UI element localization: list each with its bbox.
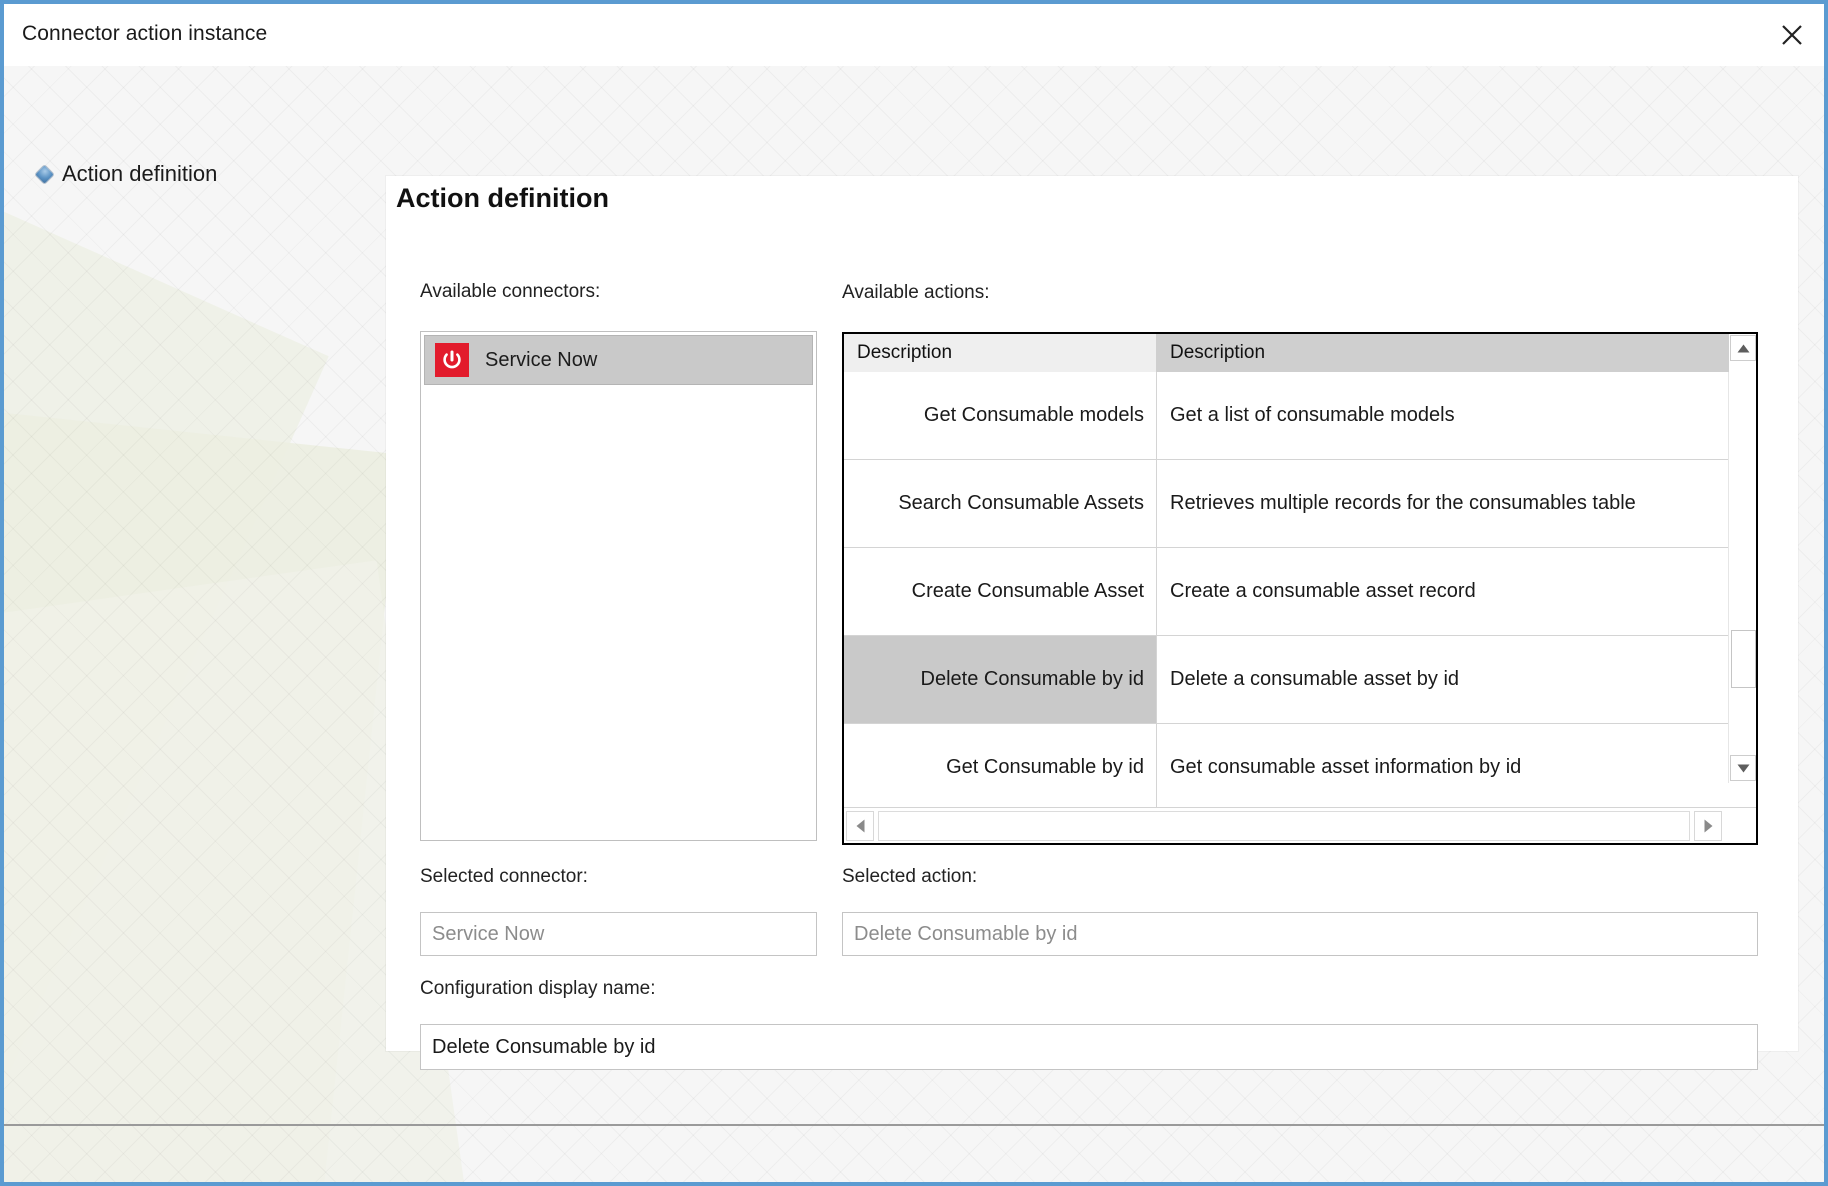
action-description-cell: Retrieves multiple records for the consu… <box>1170 492 1636 514</box>
step-bullet-icon <box>35 164 54 184</box>
footer-divider <box>4 1124 1824 1126</box>
selected-connector-label: Selected connector: <box>420 866 588 887</box>
wizard-step-sidebar: Action definition <box>4 66 389 1182</box>
horizontal-scrollbar[interactable] <box>844 807 1756 843</box>
scroll-up-icon[interactable] <box>1730 335 1756 361</box>
selected-connector-input[interactable]: Service Now <box>420 912 817 956</box>
power-glyph <box>443 350 461 369</box>
action-description-cell: Create a consumable asset record <box>1170 580 1476 602</box>
action-description-cell: Get a list of consumable models <box>1170 404 1455 426</box>
action-name-cell: Delete Consumable by id <box>844 636 1157 723</box>
action-name-cell: Create Consumable Asset <box>844 548 1157 635</box>
window-title: Connector action instance <box>22 22 268 45</box>
action-description-cell: Delete a consumable asset by id <box>1170 668 1460 690</box>
scroll-right-icon[interactable] <box>1694 811 1722 841</box>
table-row[interactable]: Search Consumable Assets Retrieves multi… <box>844 460 1756 548</box>
action-name-cell: Get Consumable by id <box>844 724 1157 811</box>
table-row-selected[interactable]: Delete Consumable by id Delete a consuma… <box>844 636 1756 724</box>
title-bar: Connector action instance <box>4 4 1824 66</box>
vertical-scrollbar[interactable] <box>1728 335 1756 783</box>
scroll-left-icon[interactable] <box>846 811 874 841</box>
table-row[interactable]: Get Consumable models Get a list of cons… <box>844 372 1756 460</box>
sidebar-item-action-definition[interactable]: Action definition <box>35 161 218 187</box>
action-name-cell: Search Consumable Assets <box>844 460 1157 547</box>
scroll-left-glyph <box>856 819 864 833</box>
dialog-body: Action definition Action definition Avai… <box>4 66 1824 1182</box>
actions-grid-header: Description Description <box>844 334 1756 372</box>
available-connectors-list[interactable]: Service Now <box>420 331 817 841</box>
configuration-display-name-label: Configuration display name: <box>420 978 656 999</box>
selected-action-input[interactable]: Delete Consumable by id <box>842 912 1758 956</box>
close-glyph <box>1782 25 1802 45</box>
column-header-name[interactable]: Description <box>844 334 1157 372</box>
selected-action-label: Selected action: <box>842 866 978 887</box>
vertical-scroll-thumb[interactable] <box>1731 630 1756 688</box>
column-header-description[interactable]: Description <box>1157 334 1728 372</box>
page-title: Action definition <box>396 183 609 213</box>
table-row[interactable]: Create Consumable Asset Create a consuma… <box>844 548 1756 636</box>
action-description-cell: Get consumable asset information by id <box>1170 756 1522 778</box>
close-icon[interactable] <box>1760 4 1824 66</box>
power-icon <box>435 343 469 377</box>
table-row[interactable]: Get Consumable by id Get consumable asse… <box>844 724 1756 812</box>
connector-list-item-service-now[interactable]: Service Now <box>424 335 813 385</box>
action-name-cell: Get Consumable models <box>844 372 1157 459</box>
available-actions-label: Available actions: <box>842 282 990 303</box>
horizontal-scroll-thumb[interactable] <box>878 811 1690 841</box>
configuration-display-name-input[interactable]: Delete Consumable by id <box>420 1024 1758 1070</box>
available-connectors-label: Available connectors: <box>420 281 601 302</box>
connector-list-item-label: Service Now <box>485 348 598 371</box>
scroll-down-glyph <box>1737 764 1749 772</box>
scroll-down-icon[interactable] <box>1730 755 1756 781</box>
dialog-window: Connector action instance Action definit… <box>0 0 1828 1186</box>
scroll-up-glyph <box>1737 344 1749 352</box>
available-actions-grid[interactable]: Description Description Get Consumable m… <box>842 332 1758 845</box>
actions-grid-body: Get Consumable models Get a list of cons… <box>844 372 1756 812</box>
scroll-right-glyph <box>1704 819 1712 833</box>
sidebar-item-label: Action definition <box>62 161 218 186</box>
